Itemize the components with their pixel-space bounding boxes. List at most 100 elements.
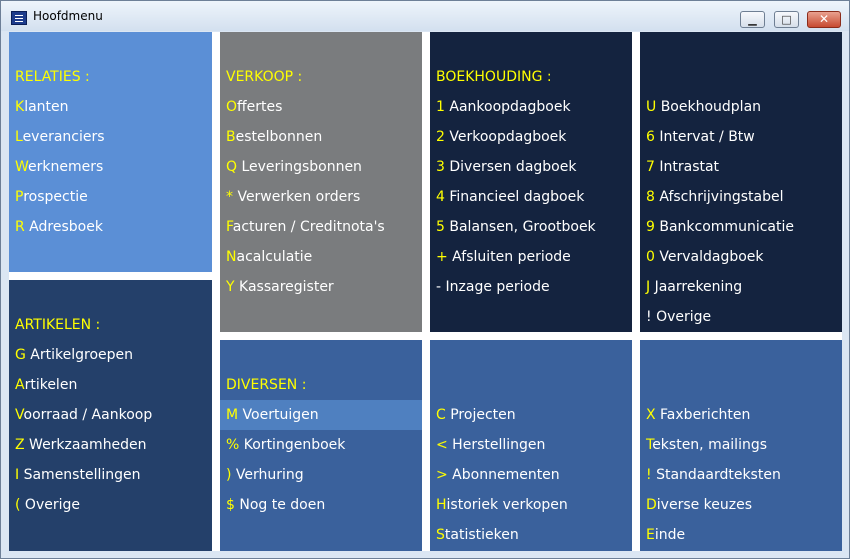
shortcut-key: L (15, 129, 23, 145)
shortcut-key: > (436, 467, 448, 483)
menu-item-label: acturen / Creditnota's (232, 219, 385, 235)
menu-grid: RELATIES : Klanten Leveranciers Werknemers P… (9, 32, 842, 551)
menu-item[interactable]: ! Standaardteksten (640, 460, 842, 490)
menu-item[interactable]: 1 Aankoopdagboek (430, 92, 632, 122)
menu-item[interactable]: Leveranciers (9, 122, 212, 152)
shortcut-key: X (646, 407, 656, 423)
title-bar[interactable]: Hoofdmenu ▁ □ ✕ (1, 1, 849, 31)
shortcut-key: 6 (646, 129, 655, 145)
panel-artikelen: ARTIKELEN :G Artikelgroepen Artikelen Voor… (9, 280, 212, 551)
menu-item[interactable]: Offertes (220, 92, 422, 122)
menu-item[interactable]: I Samenstellingen (9, 460, 212, 490)
menu-item[interactable]: J Jaarrekening (640, 272, 842, 302)
menu-item-label: lanten (24, 99, 69, 115)
minimize-button[interactable]: ▁ (740, 11, 765, 28)
menu-item[interactable]: Z Werkzaamheden (9, 430, 212, 460)
menu-item[interactable]: + Afsluiten periode (430, 242, 632, 272)
menu-item-label: Faxberichten (655, 407, 751, 423)
menu-item[interactable]: Teksten, mailings (640, 430, 842, 460)
menu-item-label: Artikelgroepen (25, 347, 134, 363)
shortcut-key: V (15, 407, 24, 423)
menu-item-label: Intervat / Btw (654, 129, 755, 145)
menu-item[interactable]: 9 Bankcommunicatie (640, 212, 842, 242)
menu-item-label: everanciers (22, 129, 105, 145)
menu-item-label: Aankoopdagboek (444, 99, 571, 115)
panel-spacer (640, 62, 842, 92)
menu-item[interactable]: ! Overige (640, 302, 842, 332)
menu-item-label: iverse keuzes (656, 497, 753, 513)
menu-item[interactable]: Nacalculatie (220, 242, 422, 272)
menu-item[interactable]: 0 Vervaldagboek (640, 242, 842, 272)
menu-item[interactable]: C Projecten (430, 400, 632, 430)
close-button[interactable]: ✕ (807, 11, 841, 28)
menu-item[interactable]: U Boekhoudplan (640, 92, 842, 122)
menu-item[interactable]: % Kortingenboek (220, 430, 422, 460)
menu-item[interactable]: 5 Balansen, Grootboek (430, 212, 632, 242)
shortcut-key: O (226, 99, 238, 115)
menu-item[interactable]: * Verwerken orders (220, 182, 422, 212)
menu-item[interactable]: Historiek verkopen (430, 490, 632, 520)
menu-item[interactable]: < Herstellingen (430, 430, 632, 460)
menu-item[interactable]: $ Nog te doen (220, 490, 422, 520)
menu-item-label: Verhuring (231, 467, 304, 483)
window-title: Hoofdmenu (33, 9, 103, 23)
maximize-button[interactable]: □ (774, 11, 799, 28)
shortcut-key: * (226, 189, 233, 205)
menu-item[interactable]: M Voertuigen (220, 400, 422, 430)
menu-item[interactable]: R Adresboek (9, 212, 212, 242)
menu-item-label: Verwerken orders (233, 189, 361, 205)
menu-item-label: erknemers (28, 159, 104, 175)
shortcut-key: N (226, 249, 237, 265)
menu-item[interactable]: - Inzage periode (430, 272, 632, 302)
menu-item-label: Verkoopdagboek (444, 129, 567, 145)
app-menu-icon[interactable] (11, 11, 27, 25)
menu-item[interactable]: > Abonnementen (430, 460, 632, 490)
menu-item[interactable]: Diverse keuzes (640, 490, 842, 520)
menu-item-label: Nog te doen (234, 497, 326, 513)
menu-item[interactable]: Y Kassaregister (220, 272, 422, 302)
menu-item-label: Voertuigen (238, 407, 319, 423)
menu-item[interactable]: Q Leveringsbonnen (220, 152, 422, 182)
menu-item-label: Vervaldagboek (654, 249, 764, 265)
menu-item-label: Overige (651, 309, 712, 325)
menu-item-label: Boekhoudplan (656, 99, 762, 115)
shortcut-key: 5 (436, 219, 445, 235)
menu-item[interactable]: ) Verhuring (220, 460, 422, 490)
menu-item-label: Abonnementen (447, 467, 560, 483)
menu-item-label: Balansen, Grootboek (444, 219, 596, 235)
menu-item[interactable]: ( Overige (9, 490, 212, 520)
menu-item-label: Adresboek (24, 219, 103, 235)
shortcut-key: G (15, 347, 26, 363)
shortcut-key: $ (226, 497, 235, 513)
menu-item[interactable]: 4 Financieel dagboek (430, 182, 632, 212)
menu-item[interactable]: 3 Diversen dagboek (430, 152, 632, 182)
menu-item-label: tatistieken (444, 527, 519, 543)
shortcut-key: W (15, 159, 29, 175)
shortcut-key: 8 (646, 189, 655, 205)
menu-item-label: Werkzaamheden (24, 437, 147, 453)
menu-item[interactable]: Voorraad / Aankoop (9, 400, 212, 430)
shortcut-key: 9 (646, 219, 655, 235)
shortcut-key: Z (15, 437, 25, 453)
panel-projecten: C Projecten < Herstellingen > Abonnementen… (430, 340, 632, 551)
menu-item[interactable]: Statistieken (430, 520, 632, 550)
menu-item-label: Leveringsbonnen (237, 159, 362, 175)
menu-item[interactable]: Facturen / Creditnota's (220, 212, 422, 242)
menu-item[interactable]: Werknemers (9, 152, 212, 182)
menu-item[interactable]: 8 Afschrijvingstabel (640, 182, 842, 212)
shortcut-key: Y (226, 279, 235, 295)
menu-item[interactable]: Einde (640, 520, 842, 550)
menu-item[interactable]: Prospectie (9, 182, 212, 212)
panel-boekhouding: BOEKHOUDING :1 Aankoopdagboek 2 Verkoopda… (430, 32, 632, 332)
menu-item[interactable]: X Faxberichten (640, 400, 842, 430)
menu-item[interactable]: 2 Verkoopdagboek (430, 122, 632, 152)
shortcut-key: 7 (646, 159, 655, 175)
menu-item[interactable]: Bestelbonnen (220, 122, 422, 152)
menu-item[interactable]: 7 Intrastat (640, 152, 842, 182)
menu-item[interactable]: Klanten (9, 92, 212, 122)
menu-item[interactable]: 6 Intervat / Btw (640, 122, 842, 152)
menu-item-label: Projecten (445, 407, 516, 423)
menu-item[interactable]: Artikelen (9, 370, 212, 400)
panel-boekhouding-2: U Boekhoudplan 6 Intervat / Btw 7 Intrasta… (640, 32, 842, 332)
menu-item[interactable]: G Artikelgroepen (9, 340, 212, 370)
